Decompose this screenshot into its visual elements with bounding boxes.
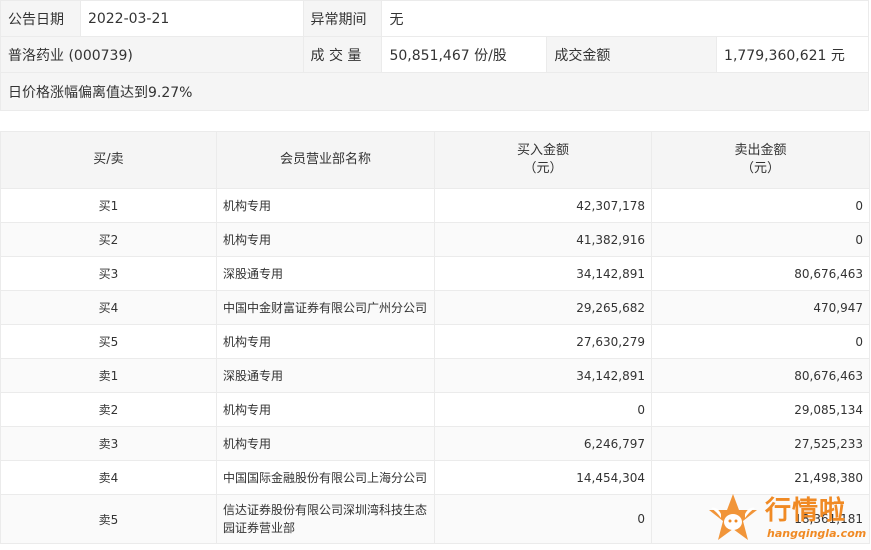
header-buy-line1: 买入金额	[516, 143, 569, 158]
row-sell-amount: 0	[651, 188, 870, 223]
row-sell-amount: 80,676,463	[651, 358, 870, 393]
stock-name: 普洛药业 (000739)	[0, 36, 304, 73]
deviation-reason: 日价格涨幅偏离值达到9.27%	[0, 72, 869, 111]
watermark-url: hangqingla.com	[767, 527, 867, 540]
row-broker: 机构专用	[216, 392, 435, 427]
table-row: 卖3 机构专用 6,246,797 27,525,233	[0, 426, 870, 461]
row-broker: 机构专用	[216, 426, 435, 461]
row-sell-amount: 0	[651, 324, 870, 359]
header-sell-line2: （元）	[740, 161, 780, 176]
row-broker: 深股通专用	[216, 256, 435, 291]
header-buy-line2: （元）	[523, 161, 563, 176]
header-sell-amount: 卖出金额 （元）	[651, 131, 870, 189]
volume-label: 成 交 量	[302, 36, 383, 73]
amount-value: 1,779,360,621 元	[716, 36, 869, 73]
trading-seats-table: 买/卖 会员营业部名称 买入金额 （元） 卖出金额 （元） 买1 机构专用 42…	[0, 131, 870, 544]
table-row: 买5 机构专用 27,630,279 0	[0, 324, 870, 359]
header-side: 买/卖	[0, 131, 217, 189]
row-side: 卖3	[0, 426, 217, 461]
row-buy-amount: 0	[434, 392, 652, 427]
announce-date-label: 公告日期	[0, 0, 81, 37]
table-row: 买4 中国中金财富证券有限公司广州分公司 29,265,682 470,947	[0, 290, 870, 325]
row-buy-amount: 34,142,891	[434, 256, 652, 291]
hangqingla-watermark: 行情啦 hangqingla.com	[703, 490, 869, 548]
row-buy-amount: 42,307,178	[434, 188, 652, 223]
row-sell-amount: 27,525,233	[651, 426, 870, 461]
row-broker: 机构专用	[216, 188, 435, 223]
volume-value: 50,851,467 份/股	[381, 36, 548, 73]
row-side: 卖4	[0, 460, 217, 495]
row-sell-amount: 470,947	[651, 290, 870, 325]
header-broker: 会员营业部名称	[216, 131, 435, 189]
table-row: 卖1 深股通专用 34,142,891 80,676,463	[0, 358, 870, 393]
row-side: 卖2	[0, 392, 217, 427]
row-broker: 信达证券股份有限公司深圳湾科技生态园证券营业部	[216, 494, 435, 544]
row-buy-amount: 14,454,304	[434, 460, 652, 495]
row-buy-amount: 29,265,682	[434, 290, 652, 325]
table-row: 买3 深股通专用 34,142,891 80,676,463	[0, 256, 870, 291]
row-side: 买3	[0, 256, 217, 291]
row-buy-amount: 0	[434, 494, 652, 544]
row-buy-amount: 41,382,916	[434, 222, 652, 257]
row-broker: 深股通专用	[216, 358, 435, 393]
row-buy-amount: 34,142,891	[434, 358, 652, 393]
table-row: 买2 机构专用 41,382,916 0	[0, 222, 870, 257]
row-broker: 中国国际金融股份有限公司上海分公司	[216, 460, 435, 495]
row-buy-amount: 27,630,279	[434, 324, 652, 359]
row-side: 卖1	[0, 358, 217, 393]
row-side: 买5	[0, 324, 217, 359]
table-row: 卖2 机构专用 0 29,085,134	[0, 392, 870, 427]
abnormal-period-label: 异常期间	[302, 0, 383, 37]
amount-label: 成交金额	[546, 36, 718, 73]
row-sell-amount: 0	[651, 222, 870, 257]
row-side: 卖5	[0, 494, 217, 544]
row-broker: 机构专用	[216, 324, 435, 359]
row-broker: 中国中金财富证券有限公司广州分公司	[216, 290, 435, 325]
row-side: 买4	[0, 290, 217, 325]
abnormal-period-value: 无	[381, 0, 869, 37]
header-sell-line1: 卖出金额	[734, 143, 787, 158]
table-header-row: 买/卖 会员营业部名称 买入金额 （元） 卖出金额 （元）	[0, 131, 870, 189]
bull-logo-icon	[709, 494, 757, 540]
header-buy-amount: 买入金额 （元）	[434, 131, 652, 189]
row-sell-amount: 80,676,463	[651, 256, 870, 291]
row-sell-amount: 29,085,134	[651, 392, 870, 427]
row-buy-amount: 6,246,797	[434, 426, 652, 461]
watermark-brand: 行情啦	[765, 496, 847, 526]
row-side: 买1	[0, 188, 217, 223]
row-side: 买2	[0, 222, 217, 257]
announce-date-value: 2022-03-21	[79, 0, 304, 37]
row-broker: 机构专用	[216, 222, 435, 257]
announcement-info-table: 公告日期 2022-03-21 异常期间 无 普洛药业 (000739) 成 交…	[0, 0, 869, 111]
table-row: 买1 机构专用 42,307,178 0	[0, 188, 870, 223]
